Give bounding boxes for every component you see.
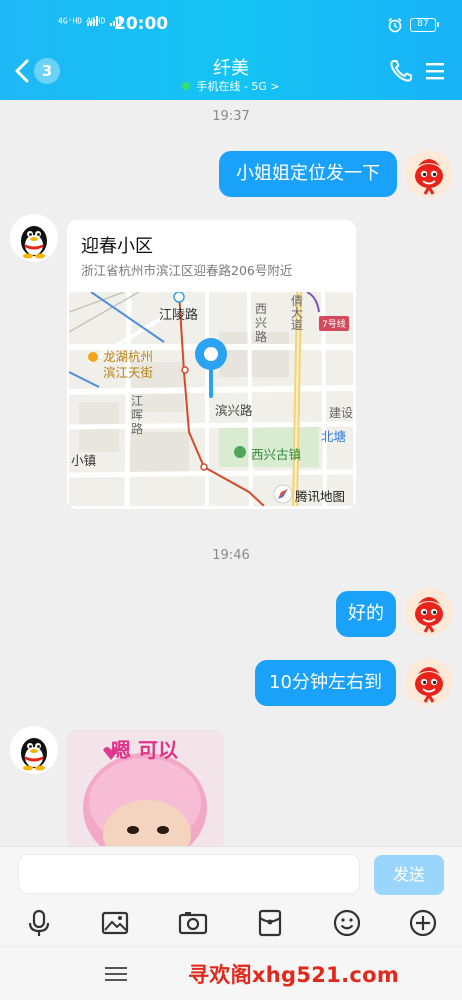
sent-message-bubble[interactable]: 好的 <box>336 591 396 637</box>
send-button[interactable]: 发送 <box>374 855 444 895</box>
status-bar: 4G⁺HD 4GHD 20:00 87 <box>0 10 462 40</box>
map-label-town: 小镇 <box>71 453 97 468</box>
online-dot-icon <box>182 82 191 90</box>
input-toolbar <box>0 902 462 946</box>
battery-indicator: 87 <box>410 18 439 32</box>
map-graphic <box>69 292 353 506</box>
location-name: 迎春小区 <box>81 236 153 257</box>
plus-icon[interactable] <box>408 908 438 938</box>
my-avatar[interactable] <box>405 150 453 198</box>
penguin-avatar-icon <box>10 726 58 774</box>
contact-avatar[interactable] <box>10 214 58 262</box>
map-label-road1: 江陵路 <box>159 308 199 323</box>
message-input[interactable] <box>18 854 360 894</box>
watermark-text: 寻欢阁xhg521.com <box>188 963 399 987</box>
system-nav-bar: 寻欢阁xhg521.com <box>0 946 462 1000</box>
alarm-icon <box>388 17 402 33</box>
red-packet-icon[interactable] <box>255 908 285 938</box>
sent-message-bubble[interactable]: 小姐姐定位发一下 <box>219 151 397 197</box>
map-label-road2c: 路 <box>255 330 268 344</box>
microphone-icon[interactable] <box>24 908 54 938</box>
map-label-road4c: 路 <box>131 422 144 436</box>
sent-message-bubble[interactable]: 10分钟左右到 <box>255 660 396 706</box>
red-mascot-avatar-icon <box>405 588 453 636</box>
input-bar: 发送 <box>0 846 462 902</box>
timestamp: 19:46 <box>212 548 250 563</box>
timestamp: 19:37 <box>212 109 250 124</box>
map-label-road7: 北塘 <box>321 429 347 444</box>
red-mascot-avatar-icon <box>405 150 453 198</box>
location-address: 浙江省杭州市滨江区迎春路206号附近 <box>81 263 293 278</box>
nav-menu-icon[interactable] <box>104 965 128 983</box>
red-mascot-avatar-icon <box>405 658 453 706</box>
phone-icon[interactable] <box>388 58 414 84</box>
map-label-brand: 腾讯地图 <box>295 489 346 504</box>
camera-icon[interactable] <box>178 908 208 938</box>
map-label-road3c: 道 <box>291 318 304 332</box>
sticker-image[interactable]: 嗯 可以 <box>67 730 224 850</box>
map-label-road6: 建设 <box>329 406 353 420</box>
map-label-poi2: 西兴古镇 <box>251 447 302 462</box>
emoji-icon[interactable] <box>332 908 362 938</box>
presence-text: 手机在线 - 5G > <box>196 80 280 93</box>
chat-header: 4G⁺HD 4GHD 20:00 87 3 纤美 手机在线 - 5G > <box>0 0 462 100</box>
signal-label-2: 4GHD <box>86 16 106 26</box>
clock: 20:00 <box>114 14 169 34</box>
signal-label-1: 4G⁺HD <box>58 16 83 26</box>
map-label-road5: 滨兴路 <box>215 403 253 418</box>
location-card[interactable]: 迎春小区 浙江省杭州市滨江区迎春路206号附近 江陵路 西 兴 路 倩 大 道 … <box>67 220 356 509</box>
location-map[interactable]: 江陵路 西 兴 路 倩 大 道 7号线 龙湖杭州 滨江天街 江 晖 路 滨兴路 … <box>69 292 353 506</box>
my-avatar[interactable] <box>405 588 453 636</box>
my-avatar[interactable] <box>405 658 453 706</box>
map-label-metro: 7号线 <box>319 316 349 331</box>
map-label-poi1b: 滨江天街 <box>103 365 154 380</box>
menu-icon[interactable] <box>424 60 446 82</box>
penguin-avatar-icon <box>10 214 58 262</box>
contact-avatar[interactable] <box>10 726 58 774</box>
image-icon[interactable] <box>100 908 130 938</box>
sticker-caption: 嗯 可以 <box>111 738 178 762</box>
